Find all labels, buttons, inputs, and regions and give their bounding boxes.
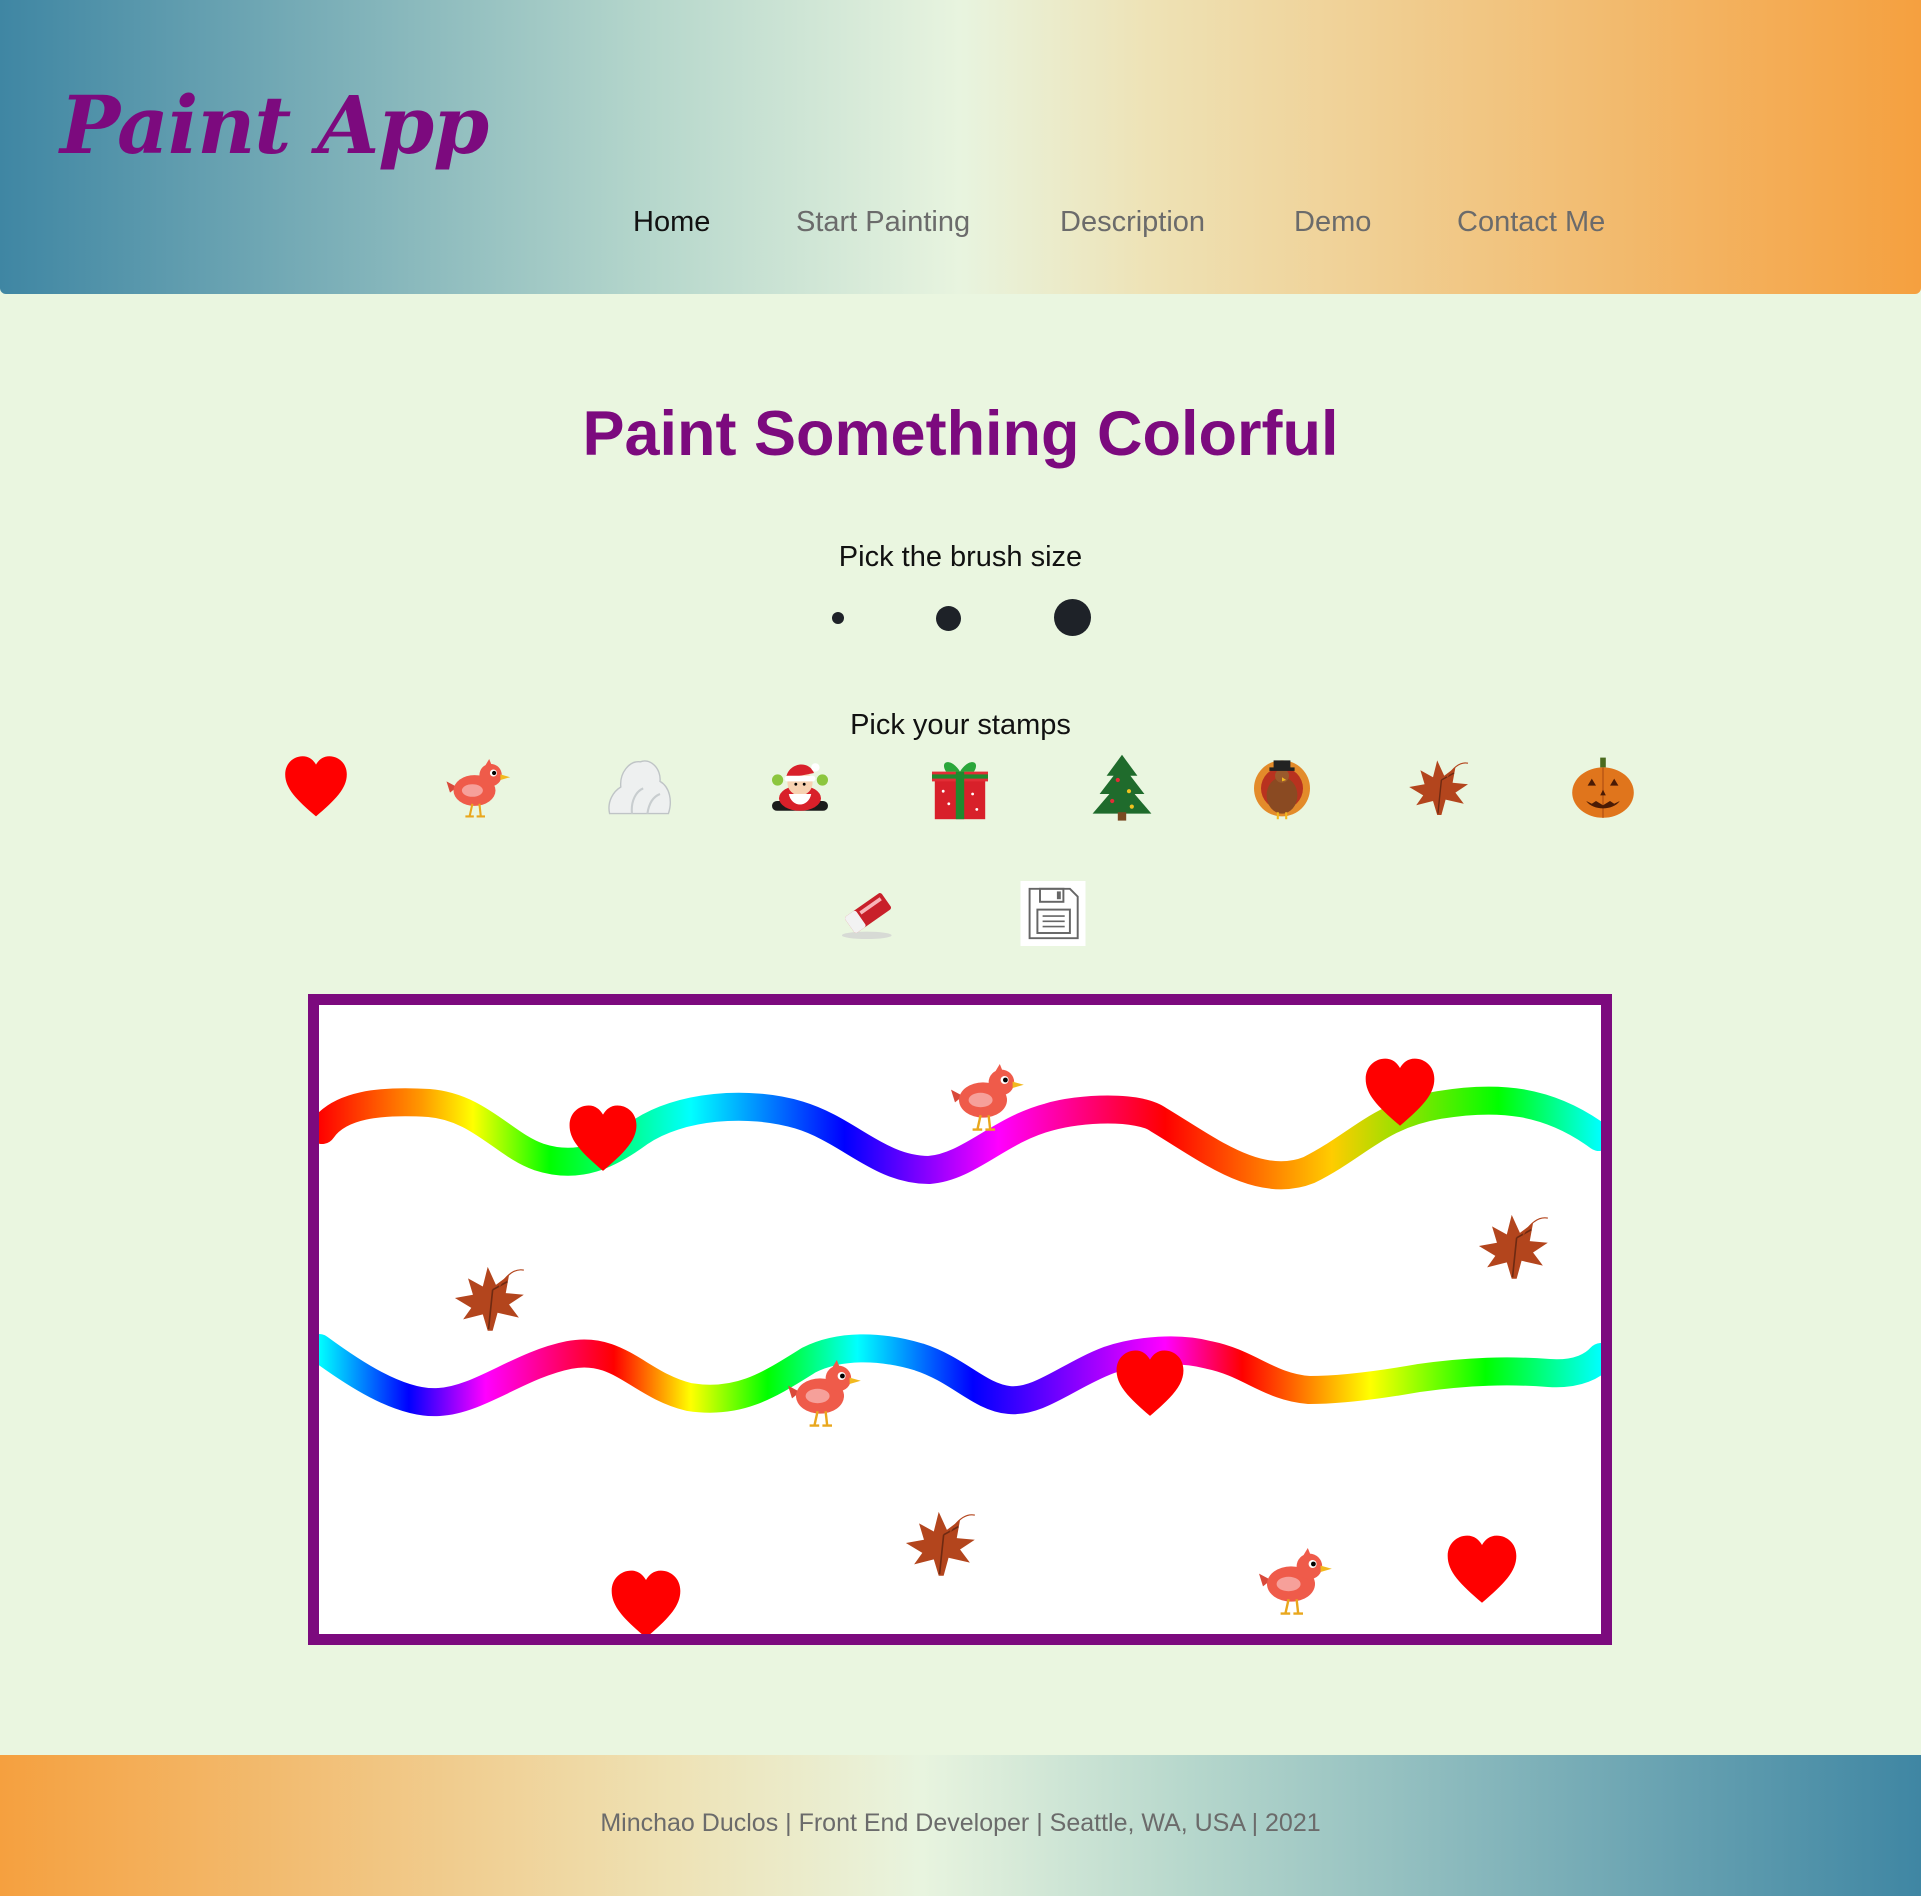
brush-size-medium[interactable] [936,606,961,631]
canvas-bird-stamp [947,1056,1027,1136]
canvas-heart-stamp [564,1101,642,1177]
canvas-bird-stamp [1255,1540,1335,1620]
nav-contact-me[interactable]: Contact Me [1457,206,1605,239]
canvas-maple-leaf-stamp [1474,1205,1556,1287]
site-header: Paint App Home Start Painting Descriptio… [0,0,1921,294]
bird-icon[interactable] [443,752,513,822]
jack-o-lantern-icon[interactable] [1568,752,1638,822]
paint-canvas[interactable] [308,994,1612,1645]
canvas-maple-leaf-stamp [450,1257,532,1339]
nav-home[interactable]: Home [633,206,710,239]
christmas-tree-icon[interactable] [1087,752,1157,822]
brush-size-label: Pick the brush size [838,541,1083,573]
gift-icon[interactable] [925,752,995,822]
canvas-heart-stamp [1111,1346,1189,1422]
page-title: Paint Something Colorful [582,399,1339,469]
canvas-heart-stamp [1442,1531,1522,1609]
canvas-bird-stamp [784,1352,864,1432]
nav-demo[interactable]: Demo [1294,206,1371,239]
nav-start-painting[interactable]: Start Painting [796,206,970,239]
app-logo[interactable]: Paint App [60,78,489,172]
canvas-heart-stamp [1360,1054,1440,1132]
heart-icon[interactable] [281,752,351,822]
site-footer: Minchao Duclos | Front End Developer | S… [0,1755,1921,1896]
rainbow-stroke-2 [319,1334,1601,1417]
brush-size-small[interactable] [832,612,844,624]
footer-text: Minchao Duclos | Front End Developer | S… [600,1809,1321,1837]
turkey-icon[interactable] [1247,752,1317,822]
maple-leaf-icon[interactable] [1405,752,1475,822]
nav-description[interactable]: Description [1060,206,1205,239]
stamps-label: Pick your stamps [850,709,1071,741]
snow-rock-icon[interactable] [604,752,674,822]
save-icon[interactable] [1020,881,1086,946]
eraser-icon[interactable] [834,882,902,944]
canvas-heart-stamp [606,1566,686,1634]
brush-size-large[interactable] [1054,599,1091,636]
canvas-maple-leaf-stamp [901,1502,983,1584]
santa-icon[interactable] [765,752,835,822]
